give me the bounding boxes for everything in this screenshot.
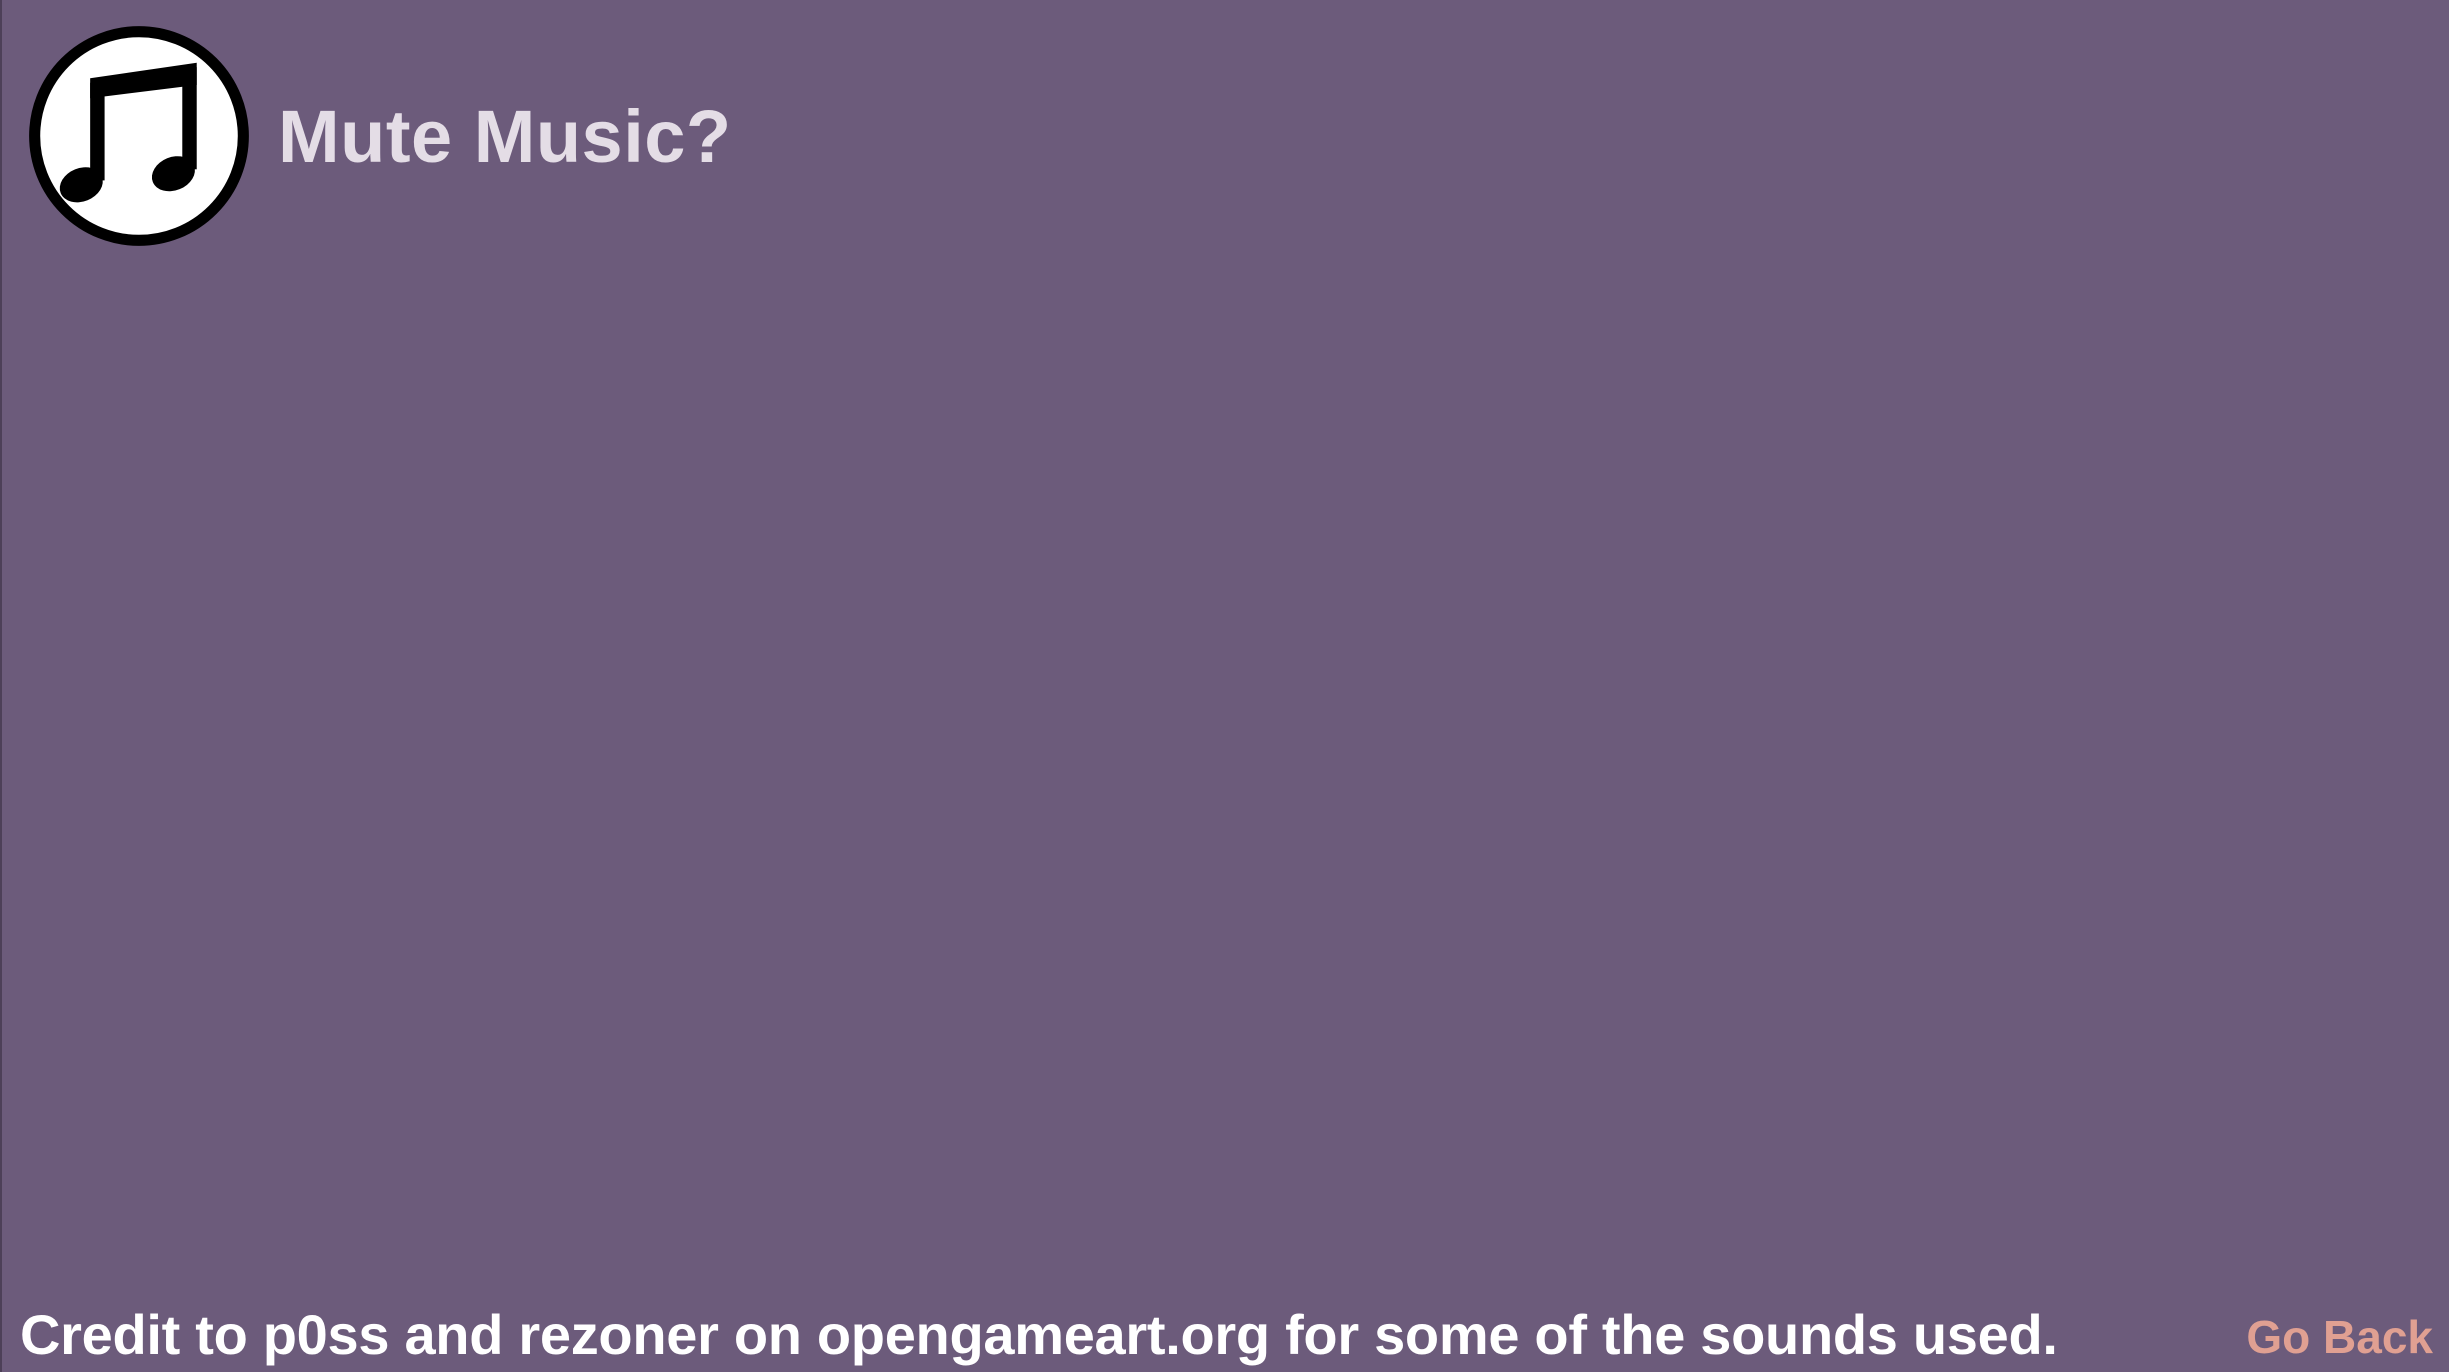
screen-edge: [0, 0, 2, 1372]
credits-text: Credit to p0ss and rezoner on opengamear…: [20, 1303, 2058, 1366]
mute-music-toggle[interactable]: Mute Music?: [28, 25, 732, 247]
music-note-icon[interactable]: [28, 25, 250, 247]
go-back-button[interactable]: Go Back: [2246, 1310, 2433, 1364]
mute-music-label[interactable]: Mute Music?: [278, 94, 732, 179]
